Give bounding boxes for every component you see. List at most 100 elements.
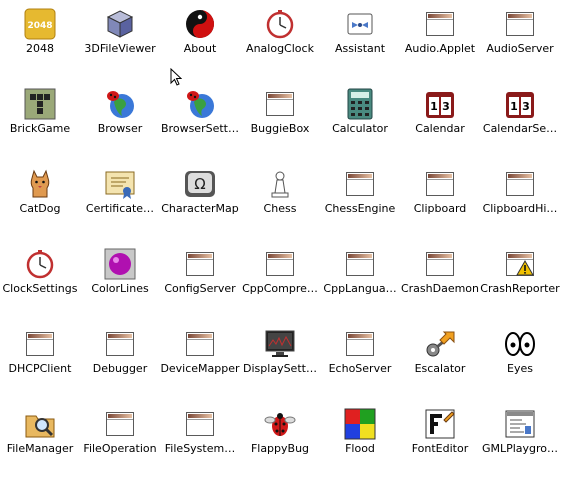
window-icon xyxy=(184,408,216,440)
desktop-icon-label: Calculator xyxy=(332,122,388,135)
desktop-icon-brickgame[interactable]: BrickGame xyxy=(0,84,80,158)
desktop-icon-eyes[interactable]: Eyes xyxy=(480,324,560,398)
desktop-icon-cppcompre[interactable]: CppCompre… xyxy=(240,244,320,318)
desktop-icon-calendar[interactable]: 1 3 Calendar xyxy=(400,84,480,158)
gml-playground-icon xyxy=(504,408,536,440)
desktop-icon-label: Calendar xyxy=(415,122,465,135)
desktop-icon-browser[interactable]: Browser xyxy=(80,84,160,158)
escalator-key-icon xyxy=(424,328,456,360)
window-icon xyxy=(264,248,296,280)
desktop-icon-catdog[interactable]: CatDog xyxy=(0,164,80,238)
desktop-icon-fonteditor[interactable]: FontEditor xyxy=(400,404,480,478)
desktop-icon-label: About xyxy=(183,42,217,55)
svg-text:3: 3 xyxy=(442,100,450,113)
desktop-icon-label: Escalator xyxy=(414,362,466,375)
desktop-icon-filesystem[interactable]: FileSystem… xyxy=(160,404,240,478)
desktop-icon-flood[interactable]: Flood xyxy=(320,404,400,478)
desktop-icon-label: FileOperation xyxy=(83,442,157,455)
window-icon xyxy=(424,8,456,40)
window-icon xyxy=(344,168,376,200)
desktop-icon-label: EchoServer xyxy=(328,362,392,375)
desktop-icon-label: BuggieBox xyxy=(250,122,310,135)
window-icon xyxy=(504,8,536,40)
desktop-icon-debugger[interactable]: Debugger xyxy=(80,324,160,398)
desktop-icon-label: Debugger xyxy=(92,362,148,375)
desktop-icon-label: BrowserSett… xyxy=(161,122,239,135)
window-icon xyxy=(344,328,376,360)
desktop-icon-calculator[interactable]: Calculator xyxy=(320,84,400,158)
desktop-icon-chess[interactable]: Chess xyxy=(240,164,320,238)
desktop-icon-browsersett[interactable]: BrowserSett… xyxy=(160,84,240,158)
window-icon xyxy=(424,168,456,200)
desktop-icon-clipboard[interactable]: Clipboard xyxy=(400,164,480,238)
desktop-icon-label: AudioServer xyxy=(486,42,554,55)
calculator-icon xyxy=(344,88,376,120)
desktop-icon-label: Clipboard xyxy=(413,202,467,215)
desktop-icon-label: DisplaySett… xyxy=(243,362,317,375)
character-map-icon: Ω xyxy=(184,168,216,200)
window-icon xyxy=(184,328,216,360)
desktop-icon-crashreporter[interactable]: CrashReporter xyxy=(480,244,560,318)
desktop-icon-about[interactable]: About xyxy=(160,4,240,78)
desktop-icon-label: DeviceMapper xyxy=(160,362,240,375)
window-icon xyxy=(504,168,536,200)
desktop-icon-certificate[interactable]: Certificate… xyxy=(80,164,160,238)
desktop-icon-devicemapper[interactable]: DeviceMapper xyxy=(160,324,240,398)
desktop-icon-gmlplaygro[interactable]: GMLPlaygro… xyxy=(480,404,560,478)
desktop-icon-cpplangua[interactable]: CppLangua… xyxy=(320,244,400,318)
clock-icon xyxy=(24,248,56,280)
desktop-icon-charactermap[interactable]: Ω CharacterMap xyxy=(160,164,240,238)
desktop-icon-dhcpclient[interactable]: DHCPClient xyxy=(0,324,80,398)
desktop-icon-label: ConfigServer xyxy=(164,282,236,295)
desktop-icon-label: FileSystem… xyxy=(164,442,236,455)
desktop-icon-fileoperation[interactable]: FileOperation xyxy=(80,404,160,478)
desktop-icon-audioserver[interactable]: AudioServer xyxy=(480,4,560,78)
color-lines-icon xyxy=(104,248,136,280)
desktop-icon-displaysett[interactable]: DisplaySett… xyxy=(240,324,320,398)
desktop-icon-label: Audio.Applet xyxy=(404,42,476,55)
desktop-icon-chessengine[interactable]: ChessEngine xyxy=(320,164,400,238)
window-icon xyxy=(424,248,456,280)
desktop-icon-label: Flood xyxy=(345,442,375,455)
desktop-icon-clocksettings[interactable]: ClockSettings xyxy=(0,244,80,318)
desktop-icon-crashdaemon[interactable]: CrashDaemon xyxy=(400,244,480,318)
desktop-icon-label: FontEditor xyxy=(411,442,469,455)
chess-pawn-icon xyxy=(264,168,296,200)
flappy-bug-icon xyxy=(264,408,296,440)
desktop-icon-label: Browser xyxy=(97,122,143,135)
globe-ladybug-icon xyxy=(184,88,216,120)
desktop-icon-flappybug[interactable]: FlappyBug xyxy=(240,404,320,478)
desktop-icon-assistant[interactable]: Assistant xyxy=(320,4,400,78)
svg-text:3: 3 xyxy=(522,100,530,113)
desktop-icon-configserver[interactable]: ConfigServer xyxy=(160,244,240,318)
desktop: 2048 2048 3DFileViewer About AnalogClock Assi… xyxy=(0,0,564,455)
flood-icon xyxy=(344,408,376,440)
window-icon xyxy=(104,408,136,440)
desktop-icon-buggiebox[interactable]: BuggieBox xyxy=(240,84,320,158)
file-manager-icon xyxy=(24,408,56,440)
desktop-icon-filemanager[interactable]: FileManager xyxy=(0,404,80,478)
globe-ladybug-icon xyxy=(104,88,136,120)
desktop-icon-label: Assistant xyxy=(334,42,386,55)
desktop-icon-audio-applet[interactable]: Audio.Applet xyxy=(400,4,480,78)
desktop-icon-3dfileviewer[interactable]: 3DFileViewer xyxy=(80,4,160,78)
window-icon xyxy=(104,328,136,360)
calendar-icon: 13 xyxy=(424,88,456,120)
calendar-icon: 13 xyxy=(504,88,536,120)
assistant-icon xyxy=(344,8,376,40)
desktop-icon-2048[interactable]: 2048 2048 xyxy=(0,4,80,78)
desktop-icon-label: FlappyBug xyxy=(250,442,310,455)
desktop-icon-label: CrashDaemon xyxy=(400,282,480,295)
desktop-icon-calendarse[interactable]: 1 3 CalendarSe… xyxy=(480,84,560,158)
desktop-icon-echoserver[interactable]: EchoServer xyxy=(320,324,400,398)
brick-game-icon xyxy=(24,88,56,120)
font-editor-icon xyxy=(424,408,456,440)
mouse-cursor-icon xyxy=(170,68,182,86)
desktop-icon-label: CalendarSe… xyxy=(482,122,558,135)
desktop-icon-analogclock[interactable]: AnalogClock xyxy=(240,4,320,78)
desktop-icon-escalator[interactable]: Escalator xyxy=(400,324,480,398)
desktop-icon-label: 3DFileViewer xyxy=(84,42,156,55)
desktop-icon-colorlines[interactable]: ColorLines xyxy=(80,244,160,318)
window-icon xyxy=(344,248,376,280)
desktop-icon-clipboardhi[interactable]: ClipboardHi… xyxy=(480,164,560,238)
